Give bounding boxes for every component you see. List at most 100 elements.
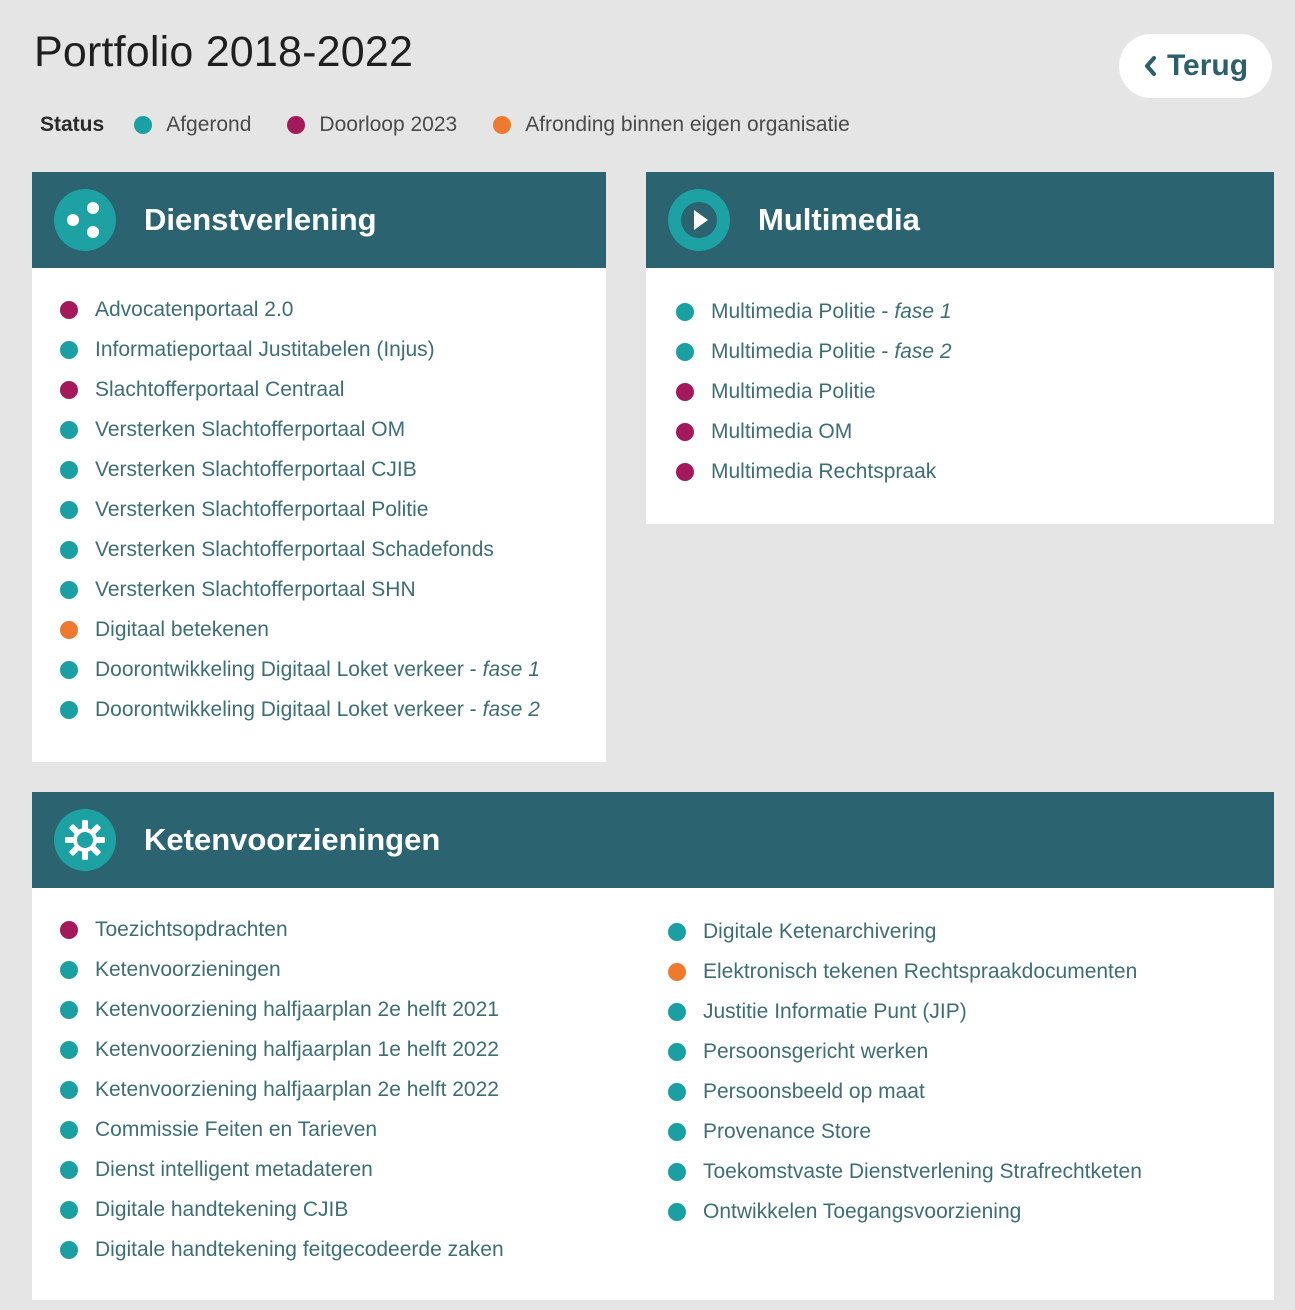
list-item: Persoonsbeeld op maat — [668, 1072, 1142, 1112]
status-dot-icon — [668, 1163, 686, 1181]
list-item: Justitie Informatie Punt (JIP) — [668, 992, 1142, 1032]
list-item: Digitale handtekening feitgecodeerde zak… — [60, 1230, 638, 1270]
status-dot-icon — [668, 1203, 686, 1221]
ketenvoorzieningen-columns: Toezichtsopdrachten Ketenvoorzieningen Ket… — [32, 888, 1274, 1270]
item-label: Multimedia OM — [711, 420, 853, 443]
list-item: Elektronisch tekenen Rechtspraakdocument… — [668, 952, 1142, 992]
item-label: Versterken Slachtofferportaal CJIB — [95, 458, 417, 481]
list-item: Ontwikkelen Toegangsvoorziening — [668, 1192, 1142, 1232]
list-item: Versterken Slachtofferportaal SHN — [60, 570, 606, 610]
status-legend: Status Afgerond Doorloop 2023 Afronding … — [40, 110, 886, 140]
item-label: Justitie Informatie Punt (JIP) — [703, 1000, 967, 1023]
item-label: Digitale handtekening CJIB — [95, 1198, 349, 1221]
ketenvoorzieningen-title: Ketenvoorzieningen — [144, 822, 441, 857]
list-item: Ketenvoorzieningen — [60, 950, 638, 990]
item-label: Ketenvoorziening halfjaarplan 1e helft 2… — [95, 1038, 499, 1061]
item-label: Multimedia Politie - — [711, 300, 889, 323]
list-item: Ketenvoorziening halfjaarplan 2e helft 2… — [60, 990, 638, 1030]
ketenvoorzieningen-card: Ketenvoorzieningen Toezichtsopdrachten Ke… — [32, 792, 1274, 1300]
dots-share-icon — [54, 189, 116, 251]
status-dot-icon — [60, 1081, 78, 1099]
list-item: Doorontwikkeling Digitaal Loket verkeer … — [60, 650, 606, 690]
project-list-left: Toezichtsopdrachten Ketenvoorzieningen Ket… — [32, 888, 638, 1270]
list-item: Multimedia Rechtspraak — [676, 452, 1274, 492]
list-item: Informatieportaal Justitabelen (Injus) — [60, 330, 606, 370]
gear-icon — [54, 809, 116, 871]
legend-item-afgerond: Afgerond — [134, 113, 251, 137]
legend-item-eigen-organisatie: Afronding binnen eigen organisatie — [493, 113, 850, 137]
list-item: Versterken Slachtofferportaal OM — [60, 410, 606, 450]
status-dot-icon — [676, 423, 694, 441]
status-dot-icon — [668, 1043, 686, 1061]
item-label: Provenance Store — [703, 1120, 872, 1143]
status-dot-icon — [676, 303, 694, 321]
item-label: Multimedia Politie — [711, 380, 876, 403]
item-label: Informatieportaal Justitabelen (Injus) — [95, 338, 435, 361]
status-dot-icon — [60, 1241, 78, 1259]
status-dot-icon — [60, 661, 78, 679]
back-button[interactable]: Terug — [1119, 34, 1272, 98]
status-dot-icon — [60, 301, 78, 319]
status-dot-icon — [60, 1161, 78, 1179]
list-item: Digitale Ketenarchivering — [668, 912, 1142, 952]
status-label: Status — [40, 113, 105, 136]
status-dot-icon — [60, 341, 78, 359]
back-button-label: Terug — [1166, 49, 1249, 82]
status-dot-icon — [668, 923, 686, 941]
list-item: Multimedia Politie — [676, 372, 1274, 412]
multimedia-header: Multimedia — [646, 172, 1274, 268]
item-label: Ontwikkelen Toegangsvoorziening — [703, 1200, 1022, 1223]
item-label: Digitale handtekening feitgecodeerde zak… — [95, 1238, 504, 1261]
status-dot-icon — [60, 381, 78, 399]
item-label: Toekomstvaste Dienstverlening Strafrecht… — [703, 1160, 1142, 1183]
status-dot-icon — [60, 421, 78, 439]
item-label: Digitale Ketenarchivering — [703, 920, 937, 943]
status-dot-afgerond-icon — [134, 116, 153, 134]
item-label: Versterken Slachtofferportaal OM — [95, 418, 406, 441]
legend-label: Doorloop 2023 — [319, 113, 458, 136]
item-phase: fase 2 — [894, 340, 952, 363]
list-item: Toezichtsopdrachten — [60, 910, 638, 950]
list-item: Commissie Feiten en Tarieven — [60, 1110, 638, 1150]
item-label: Versterken Slachtofferportaal SHN — [95, 578, 416, 601]
dienstverlening-title: Dienstverlening — [144, 202, 377, 237]
status-dot-icon — [60, 921, 78, 939]
status-dot-icon — [668, 1003, 686, 1021]
list-item: Advocatenportaal 2.0 — [60, 290, 606, 330]
page-title: Portfolio 2018-2022 — [34, 28, 414, 76]
item-label: Versterken Slachtofferportaal Schadefond… — [95, 538, 494, 561]
status-dot-icon — [60, 541, 78, 559]
status-dot-doorloop-icon — [287, 116, 306, 134]
item-label: Multimedia Politie - — [711, 340, 889, 363]
status-dot-icon — [668, 1083, 686, 1101]
list-item: Doorontwikkeling Digitaal Loket verkeer … — [60, 690, 606, 730]
item-label: Versterken Slachtofferportaal Politie — [95, 498, 429, 521]
item-label: Persoonsbeeld op maat — [703, 1080, 925, 1103]
item-label: Elektronisch tekenen Rechtspraakdocument… — [703, 960, 1138, 983]
list-item: Digitale handtekening CJIB — [60, 1190, 638, 1230]
project-list: Advocatenportaal 2.0 Informatieportaal Ju… — [32, 268, 606, 730]
status-dot-icon — [60, 961, 78, 979]
list-item: Ketenvoorziening halfjaarplan 1e helft 2… — [60, 1030, 638, 1070]
list-item: Versterken Slachtofferportaal CJIB — [60, 450, 606, 490]
list-item: Dienst intelligent metadateren — [60, 1150, 638, 1190]
status-dot-icon — [60, 1121, 78, 1139]
item-label: Ketenvoorziening halfjaarplan 2e helft 2… — [95, 1078, 499, 1101]
multimedia-card: Multimedia Multimedia Politie - fase 1 Mul… — [646, 172, 1274, 524]
item-label: Toezichtsopdrachten — [95, 918, 288, 941]
item-label: Ketenvoorziening halfjaarplan 2e helft 2… — [95, 998, 499, 1021]
legend-label: Afgerond — [166, 113, 252, 136]
dienstverlening-card: Dienstverlening Advocatenportaal 2.0 Info… — [32, 172, 606, 762]
item-label: Dienst intelligent metadateren — [95, 1158, 373, 1181]
status-dot-icon — [676, 383, 694, 401]
list-item: Versterken Slachtofferportaal Schadefond… — [60, 530, 606, 570]
item-phase: fase 2 — [482, 698, 540, 721]
list-item: Ketenvoorziening halfjaarplan 2e helft 2… — [60, 1070, 638, 1110]
legend-label: Afronding binnen eigen organisatie — [525, 113, 850, 136]
item-label: Commissie Feiten en Tarieven — [95, 1118, 378, 1141]
legend-item-doorloop: Doorloop 2023 — [287, 113, 457, 137]
status-dot-icon — [60, 1001, 78, 1019]
item-phase: fase 1 — [482, 658, 540, 681]
item-phase: fase 1 — [894, 300, 952, 323]
list-item: Toekomstvaste Dienstverlening Strafrecht… — [668, 1152, 1142, 1192]
